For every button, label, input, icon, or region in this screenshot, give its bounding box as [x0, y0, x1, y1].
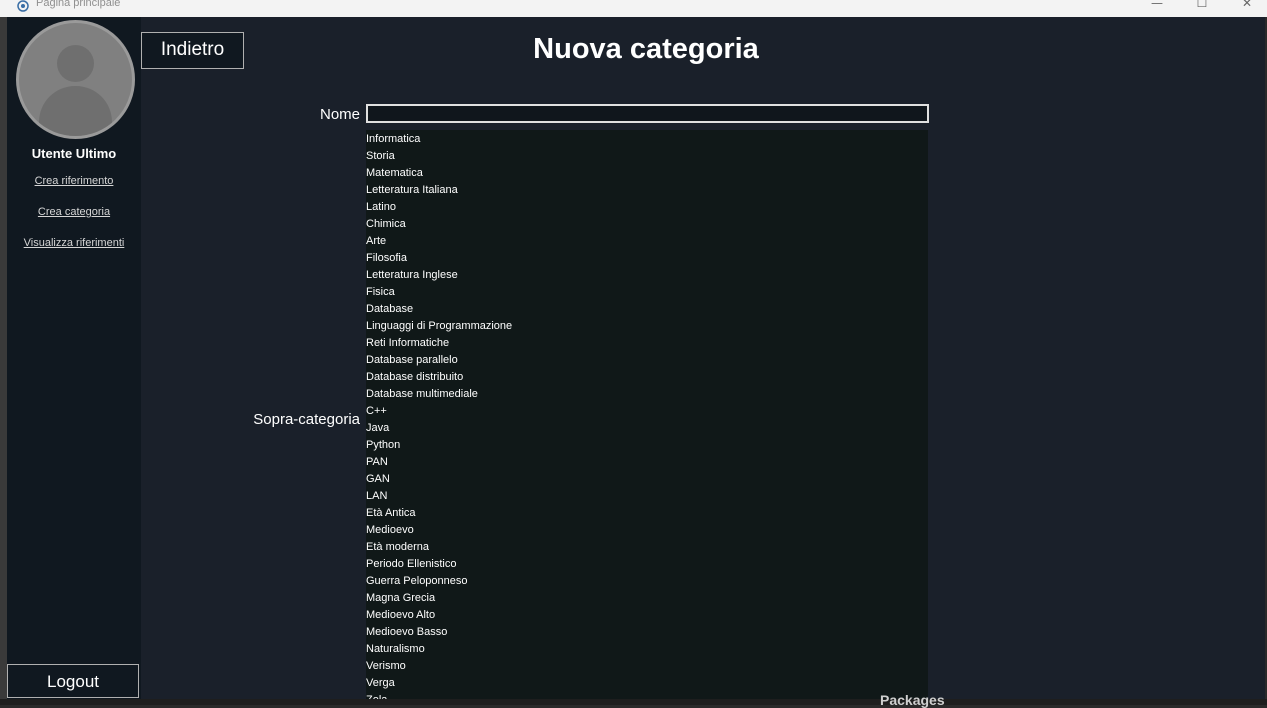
avatar — [16, 20, 135, 139]
desktop-backdrop-bottom — [0, 699, 1267, 705]
category-item[interactable]: Naturalismo — [366, 641, 928, 658]
category-item[interactable]: GAN — [366, 471, 928, 488]
window-title-bar: Pagina principale — ☐ ✕ — [0, 0, 1267, 17]
category-item[interactable]: Magna Grecia — [366, 590, 928, 607]
avatar-head-icon — [57, 45, 94, 82]
category-item[interactable]: Letteratura Italiana — [366, 182, 928, 199]
category-item[interactable]: Arte — [366, 233, 928, 250]
category-item[interactable]: Verismo — [366, 658, 928, 675]
desktop-backdrop-left — [0, 17, 7, 705]
link-crea-categoria[interactable]: Crea categoria — [7, 206, 141, 218]
category-item[interactable]: Verga — [366, 675, 928, 692]
category-item[interactable]: Latino — [366, 199, 928, 216]
category-item[interactable]: Database distribuito — [366, 369, 928, 386]
window-title: Pagina principale — [36, 0, 121, 9]
category-item[interactable]: C++ — [366, 403, 928, 420]
parent-category-list[interactable]: Informatica Storia Matematica Letteratura I… — [366, 130, 928, 699]
avatar-body-icon — [39, 86, 112, 136]
category-item[interactable]: Fisica — [366, 284, 928, 301]
category-item[interactable]: Matematica — [366, 165, 928, 182]
user-name: Utente Ultimo — [31, 146, 117, 161]
category-item[interactable]: Database — [366, 301, 928, 318]
category-item[interactable]: Letteratura Inglese — [366, 267, 928, 284]
category-item[interactable]: Informatica — [366, 131, 928, 148]
sidebar: Utente Ultimo Crea riferimento Crea cate… — [7, 17, 141, 699]
category-item[interactable]: Zola — [366, 692, 928, 699]
category-item[interactable]: Java — [366, 420, 928, 437]
category-item[interactable]: Età moderna — [366, 539, 928, 556]
logout-button[interactable]: Logout — [7, 664, 139, 698]
category-item[interactable]: Storia — [366, 148, 928, 165]
category-item[interactable]: Medioevo Alto — [366, 607, 928, 624]
link-crea-riferimento[interactable]: Crea riferimento — [7, 175, 141, 187]
back-button[interactable]: Indietro — [141, 32, 244, 69]
category-item[interactable]: Medioevo Basso — [366, 624, 928, 641]
page-title: Nuova categoria — [533, 33, 759, 65]
close-button[interactable]: ✕ — [1240, 0, 1254, 10]
category-item[interactable]: Python — [366, 437, 928, 454]
category-item[interactable]: Guerra Peloponneso — [366, 573, 928, 590]
category-item[interactable]: Database multimediale — [366, 386, 928, 403]
maximize-button[interactable]: ☐ — [1195, 0, 1209, 10]
category-item[interactable]: Medioevo — [366, 522, 928, 539]
name-input[interactable] — [366, 104, 929, 123]
category-item[interactable]: LAN — [366, 488, 928, 505]
category-item[interactable]: Linguaggi di Programmazione — [366, 318, 928, 335]
category-item[interactable]: Database parallelo — [366, 352, 928, 369]
category-item[interactable]: Periodo Ellenistico — [366, 556, 928, 573]
category-item[interactable]: Chimica — [366, 216, 928, 233]
category-item[interactable]: Filosofia — [366, 250, 928, 267]
category-item[interactable]: Reti Informatiche — [366, 335, 928, 352]
category-item[interactable]: PAN — [366, 454, 928, 471]
parent-category-label: Sopra-categoria — [253, 411, 360, 428]
link-visualizza-riferimenti[interactable]: Visualizza riferimenti — [7, 237, 141, 249]
app-icon — [17, 0, 29, 12]
name-label: Nome — [319, 106, 360, 123]
app-window: Utente Ultimo Crea riferimento Crea cate… — [7, 17, 1265, 699]
category-list-items: Informatica Storia Matematica Letteratura I… — [366, 130, 928, 699]
background-packages-text: Packages — [880, 692, 945, 708]
category-item[interactable]: Età Antica — [366, 505, 928, 522]
minimize-button[interactable]: — — [1150, 0, 1164, 10]
